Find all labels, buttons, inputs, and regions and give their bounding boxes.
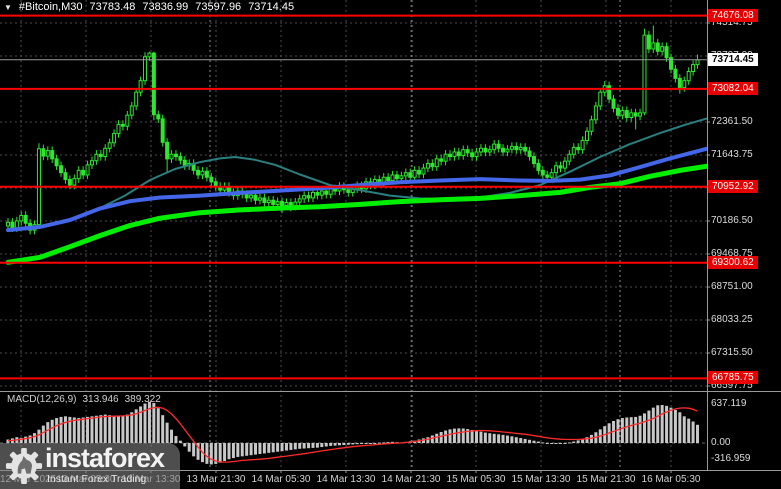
instaforex-tagline: Instant Forex Trading — [47, 473, 147, 485]
bar-close: 73714.45 — [248, 1, 295, 13]
trading-chart-window: ▼ #Bitcoin,M30 73783.48 73836.99 73597.9… — [0, 0, 781, 489]
symbol-timeframe: #Bitcoin,M30 — [18, 1, 83, 13]
macd-indicator-label: MACD(12,26,9) 313.946 389.322 — [7, 394, 161, 405]
macd-signal-value: 389.322 — [124, 394, 161, 405]
support-resistance-lines — [0, 14, 707, 380]
chart-canvas[interactable] — [0, 0, 781, 489]
bar-high: 73836.99 — [142, 1, 189, 13]
macd-main-value: 313.946 — [82, 394, 119, 405]
instaforex-wordmark: instaforex — [45, 443, 165, 473]
bar-low: 73597.96 — [195, 1, 242, 13]
macd-name: MACD(12,26,9) — [7, 394, 77, 405]
bar-open: 73783.48 — [89, 1, 136, 13]
instaforex-watermark: instaforex Instant Forex Trading — [0, 443, 180, 489]
ma-teal-line — [54, 117, 707, 225]
symbol-info-bar[interactable]: ▼ #Bitcoin,M30 73783.48 73836.99 73597.9… — [4, 1, 294, 13]
chevron-down-icon[interactable]: ▼ — [4, 3, 12, 12]
instaforex-gear-horse-icon — [5, 447, 43, 485]
ma-green-line — [5, 163, 707, 265]
